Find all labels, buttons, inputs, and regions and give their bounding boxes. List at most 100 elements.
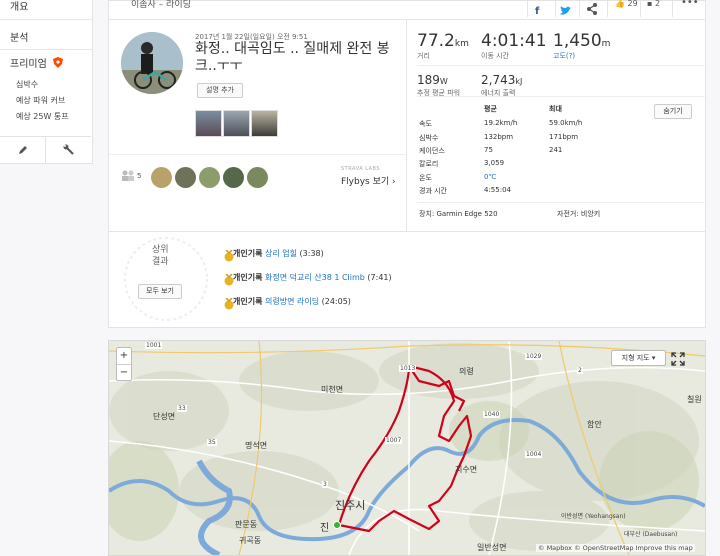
divider [0, 49, 92, 50]
edit-button[interactable] [0, 136, 46, 163]
segment-time: (7:41) [367, 273, 392, 282]
stat-power: 189W 추정 평균 파워 [417, 69, 460, 98]
row-label: 온도 [419, 174, 432, 182]
segment-link[interactable]: 상리 업힐 [265, 249, 297, 258]
device-info: 장치: Garmin Edge 520 [419, 210, 498, 218]
comment-count: 2 [654, 0, 661, 8]
map-label: 명석면 [245, 441, 268, 450]
col-header-max: 최대 [549, 105, 562, 113]
road-number: 1013 [399, 365, 417, 372]
comment-icon: ▪ [647, 0, 653, 8]
twitter-share-button[interactable] [560, 1, 572, 20]
photo-thumbnail[interactable] [223, 110, 250, 137]
stat-moving-time: 4:01:41 이동 시간 [481, 31, 547, 61]
road-number: 35 [207, 439, 217, 446]
svg-text:f: f [535, 6, 540, 15]
divider [579, 0, 580, 17]
achievement-item: 개인기록 상리 업힐 (3:38) [233, 248, 324, 259]
segment-link[interactable]: 의령방면 라이딩 [265, 297, 319, 306]
achievement-prefix: 개인기록 [233, 297, 263, 306]
zoom-out-button[interactable]: − [117, 365, 131, 381]
section-divider [109, 231, 705, 232]
facebook-share-button[interactable]: f [534, 0, 542, 19]
flybys-link[interactable]: Flybys 보기 › [341, 174, 396, 187]
comment-button[interactable]: ▪ 2 [647, 0, 660, 8]
kudos-count: 29 [627, 0, 638, 8]
kudoer-avatar[interactable] [223, 167, 244, 188]
road-number: 1007 [385, 437, 403, 444]
row-avg: 4:55:04 [484, 186, 511, 194]
sidebar-item-heartrate[interactable]: 심박수 [16, 79, 38, 90]
row-avg: 0℃ [484, 173, 497, 181]
energy-unit: kJ [515, 77, 523, 86]
divider [607, 0, 608, 17]
distance-label: 거리 [417, 52, 430, 60]
photo-thumbnail[interactable] [195, 110, 222, 137]
elevation-value: 1,450 [553, 31, 602, 51]
photo-thumbnail[interactable] [251, 110, 278, 137]
zoom-in-button[interactable]: + [117, 348, 131, 365]
row-label: 케이던스 [419, 147, 445, 155]
kudoer-avatar[interactable] [199, 167, 220, 188]
map-label: 함안 [587, 420, 602, 429]
map-type-dropdown[interactable]: 지형 지도 ▾ [611, 350, 666, 366]
divider [555, 0, 556, 17]
strava-labs-label: STRAVA LABS [341, 166, 381, 172]
divider [527, 0, 528, 17]
athlete-avatar[interactable] [121, 32, 183, 94]
map-label: 이반성면 (Yeohangsan) [561, 513, 626, 520]
more-options-icon[interactable]: ••• [681, 0, 699, 8]
activity-title: 화정.. 대곡임도 .. 질매제 완전 봉크..ㅜㅜ [195, 41, 390, 74]
map-label: 진주시 [335, 499, 366, 512]
power-unit: W [439, 77, 448, 86]
kudoer-avatar[interactable] [175, 167, 196, 188]
sidebar-item-overview[interactable]: 개요 [10, 0, 28, 13]
column-divider [406, 20, 407, 231]
power-value: 189 [417, 73, 440, 87]
breadcrumb: 이솜사 – 라이딩 [131, 0, 191, 10]
map-label: 진 [320, 523, 330, 534]
achievement-item: 개인기록 의령방면 라이딩 (24:05) [233, 296, 351, 307]
activity-card: 이솜사 – 라이딩 f 👍 29 ▪ 2 ••• 2017년 1월 22일(일요… [108, 0, 707, 328]
row-label: 칼로리 [419, 160, 439, 168]
top-results-line2: 결과 [152, 257, 169, 267]
actions-button[interactable] [46, 136, 91, 163]
achievement-prefix: 개인기록 [233, 273, 263, 282]
add-description-button[interactable]: 설명 추가 [197, 83, 243, 98]
elevation-label[interactable]: 고도(?) [553, 51, 610, 61]
kudoer-avatar[interactable] [151, 167, 172, 188]
divider [0, 19, 92, 20]
map-attribution[interactable]: © Mapbox © OpenStreetMap Improve this ma… [536, 544, 695, 552]
kudoer-avatar[interactable] [247, 167, 268, 188]
sidebar-item-power-curve[interactable]: 예상 파워 커브 [16, 95, 65, 106]
row-label: 경과 시간 [419, 187, 447, 195]
kudos-button[interactable]: 👍 29 [615, 0, 638, 8]
share-button[interactable] [586, 0, 598, 19]
sidebar: 개요 분석 프리미엄 심박수 예상 파워 커브 예상 25W 통프 [0, 0, 93, 164]
kudos-icon [121, 170, 135, 184]
road-number: 1029 [525, 353, 543, 360]
moving-time-label: 이동 시간 [481, 52, 509, 60]
distance-unit: km [454, 39, 469, 49]
row-avg: 132bpm [484, 133, 514, 141]
route-map[interactable]: 단성면 명석면 미천면 의령 함안 지수면 진주시 판문동 귀곡동 일반성면 칠… [108, 340, 706, 556]
segment-link[interactable]: 화정면 덕교리 산38 1 Climb [265, 273, 365, 282]
elevation-unit: m [601, 39, 611, 49]
view-all-button[interactable]: 모두 보기 [138, 284, 182, 299]
hide-button[interactable]: 숨기기 [654, 104, 692, 119]
col-header-avg: 평균 [484, 105, 497, 113]
road-number: 1004 [525, 451, 543, 458]
divider [417, 96, 707, 97]
sidebar-item-estimate[interactable]: 예상 25W 통프 [16, 111, 69, 122]
pencil-icon [17, 141, 29, 160]
divider [417, 202, 707, 203]
stat-energy: 2,743kJ 에너지 출력 [481, 69, 522, 98]
sidebar-item-analysis[interactable]: 분석 [10, 29, 28, 44]
fullscreen-button[interactable] [671, 351, 685, 366]
road-number: 1040 [483, 411, 501, 418]
row-max: 171bpm [549, 133, 579, 141]
segment-time: (24:05) [321, 297, 351, 306]
zoom-control: + − [116, 347, 132, 381]
map-label: 대부산 (Daebusan) [624, 531, 678, 538]
sidebar-item-premium[interactable]: 프리미엄 [10, 55, 63, 71]
